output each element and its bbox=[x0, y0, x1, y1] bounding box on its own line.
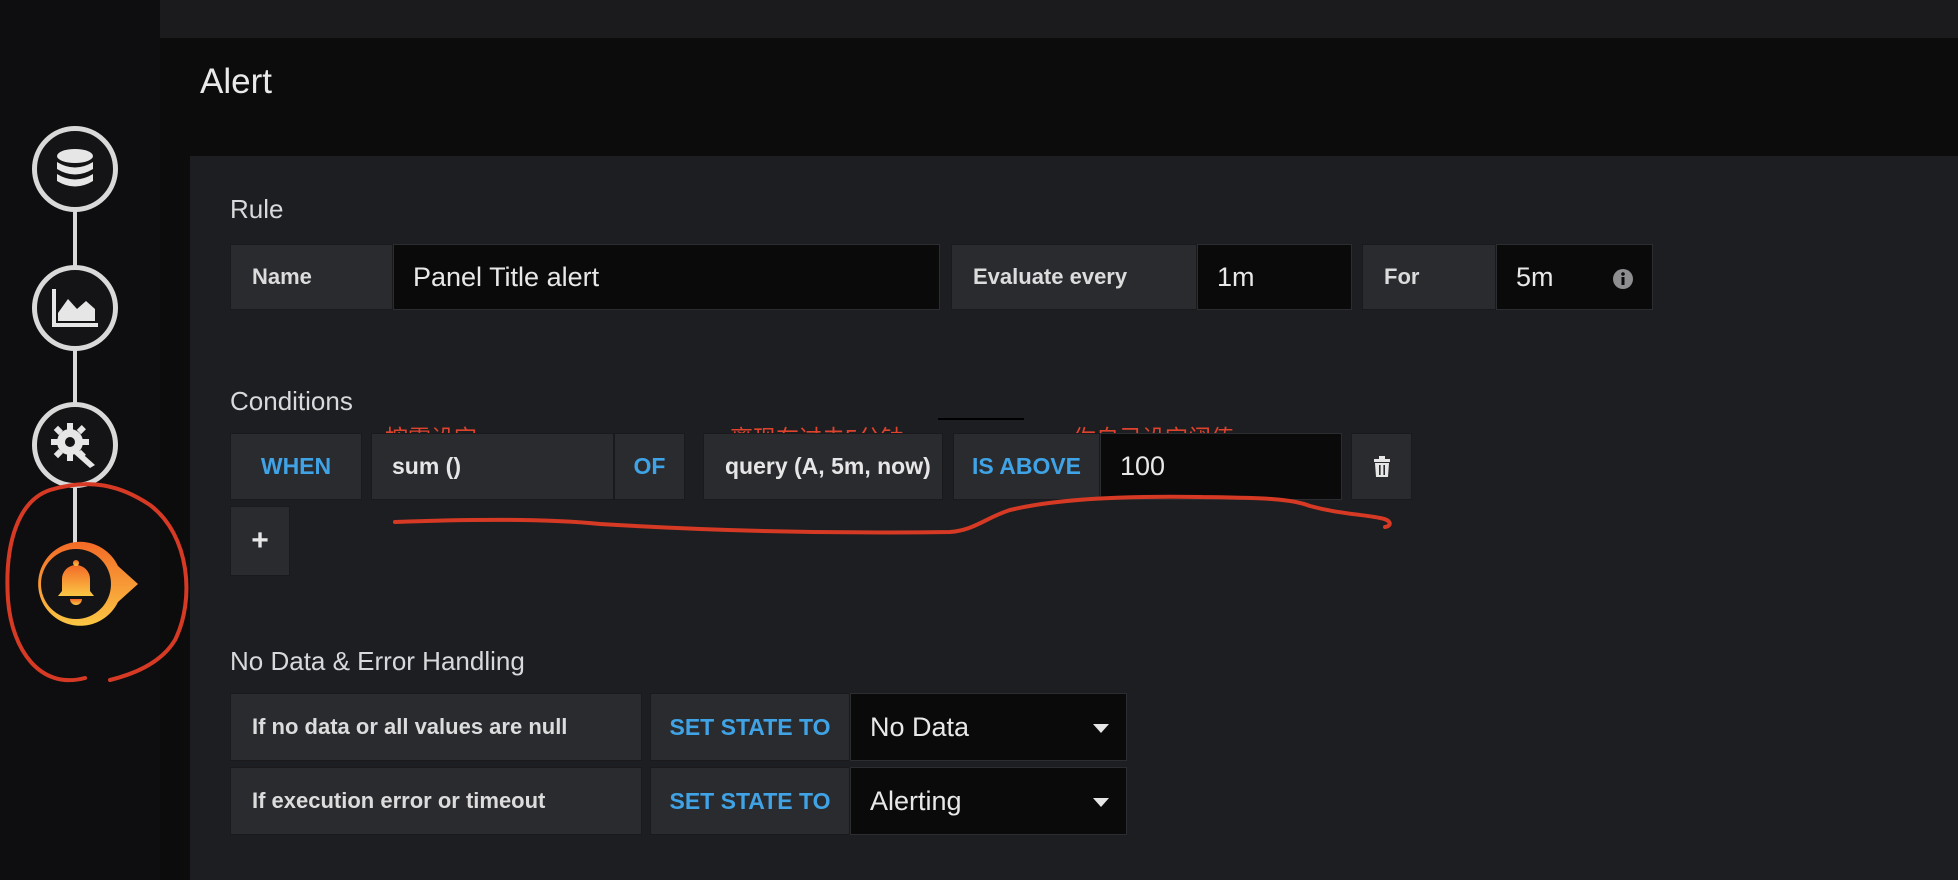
chevron-down-icon bbox=[1093, 798, 1109, 807]
step-alert[interactable] bbox=[28, 536, 140, 632]
evaluate-every-input[interactable]: 1m bbox=[1197, 244, 1352, 310]
no-data-state-select[interactable]: No Data bbox=[850, 693, 1127, 761]
page-title: Alert bbox=[200, 62, 272, 101]
query-selector[interactable]: query (A, 5m, now) bbox=[703, 433, 943, 500]
top-band bbox=[0, 0, 1958, 40]
area-chart-icon bbox=[52, 289, 98, 327]
rule-heading: Rule bbox=[230, 194, 284, 224]
evaluator-type[interactable]: IS ABOVE bbox=[953, 433, 1100, 500]
chevron-down-icon bbox=[1093, 724, 1109, 733]
step-general[interactable] bbox=[32, 402, 118, 488]
name-label: Name bbox=[230, 244, 393, 310]
no-data-heading: No Data & Error Handling bbox=[230, 646, 525, 676]
info-icon[interactable] bbox=[1612, 268, 1634, 290]
step-queries[interactable] bbox=[32, 126, 118, 212]
delete-condition-button[interactable] bbox=[1351, 433, 1412, 500]
conditions-heading: Conditions bbox=[230, 386, 353, 416]
evaluate-every-label: Evaluate every bbox=[951, 244, 1197, 310]
divider bbox=[938, 418, 1024, 420]
reducer-function[interactable]: sum () bbox=[371, 433, 614, 500]
error-state-select[interactable]: Alerting bbox=[850, 767, 1127, 835]
threshold-input[interactable]: 100 bbox=[1100, 433, 1342, 500]
set-state-keyword: SET STATE TO bbox=[650, 767, 850, 835]
step-visualization[interactable] bbox=[32, 265, 118, 351]
add-condition-button[interactable]: + bbox=[230, 506, 290, 576]
step-connector bbox=[73, 350, 77, 405]
settings-icon bbox=[51, 423, 95, 468]
when-keyword: WHEN bbox=[230, 433, 362, 500]
set-state-keyword: SET STATE TO bbox=[650, 693, 850, 761]
for-label: For bbox=[1362, 244, 1496, 310]
for-value: 5m bbox=[1516, 261, 1554, 292]
error-state-value: Alerting bbox=[870, 785, 962, 816]
of-keyword: OF bbox=[614, 433, 685, 500]
step-connector bbox=[73, 488, 77, 543]
no-data-condition-label: If no data or all values are null bbox=[230, 693, 642, 761]
trash-icon bbox=[1373, 455, 1390, 477]
error-condition-label: If execution error or timeout bbox=[230, 767, 642, 835]
no-data-state-value: No Data bbox=[870, 711, 970, 742]
rule-name-input[interactable]: Panel Title alert bbox=[393, 244, 940, 310]
database-icon bbox=[57, 149, 93, 187]
step-connector bbox=[73, 210, 77, 270]
